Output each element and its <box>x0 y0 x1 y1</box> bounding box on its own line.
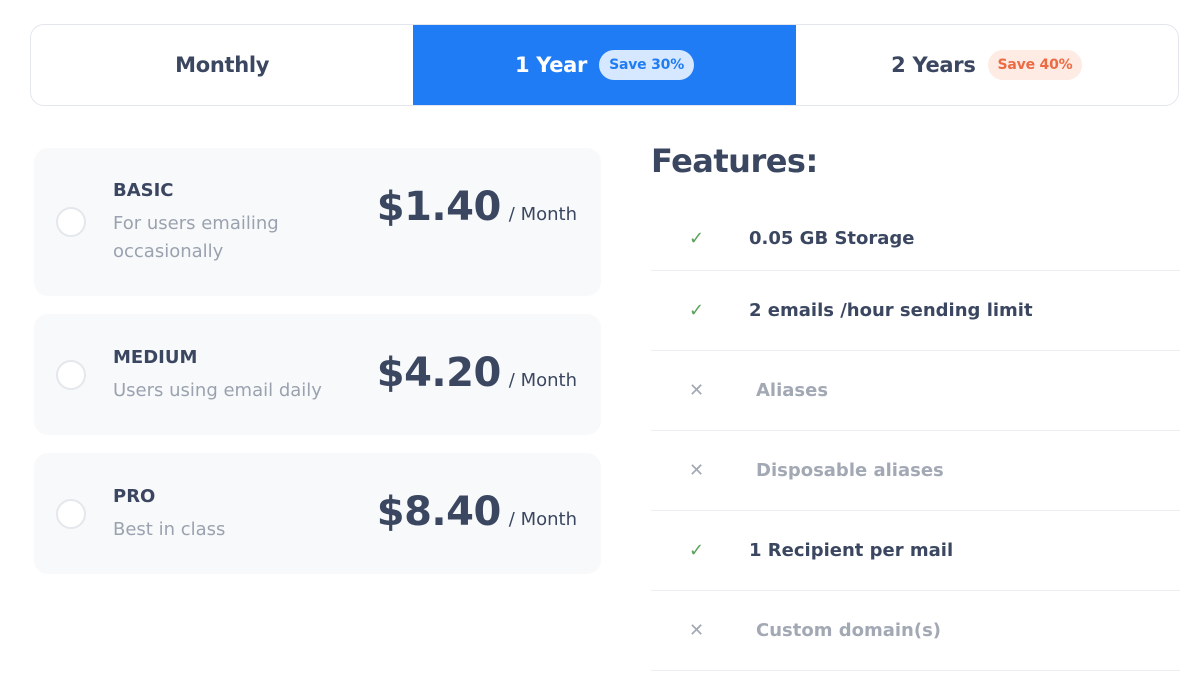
x-icon: ✕ <box>689 620 705 641</box>
plan-medium-text: MEDIUM Users using email daily <box>113 347 353 405</box>
x-icon: ✕ <box>689 380 705 401</box>
plan-medium-description: Users using email daily <box>113 380 322 401</box>
feature-label: Disposable aliases <box>756 460 944 481</box>
pricing-page: Monthly 1 Year Save 30% 2 Years Save 40%… <box>0 0 1200 677</box>
plan-pro-price-amount: $8.40 <box>376 489 502 535</box>
plan-card-pro[interactable]: PRO Best in class $8.40 / Month <box>34 453 601 574</box>
check-icon: ✓ <box>689 540 705 561</box>
feature-item: ✓ 2 emails /hour sending limit <box>651 271 1180 351</box>
plan-basic-price: $1.40 / Month <box>377 184 577 230</box>
plan-medium-price-amount: $4.20 <box>376 350 502 396</box>
plan-basic-text: BASIC For users emailing occasionally <box>113 180 313 266</box>
save-30-badge: Save 30% <box>599 50 695 80</box>
plan-list: BASIC For users emailing occasionally $1… <box>34 148 601 592</box>
check-icon: ✓ <box>689 300 705 321</box>
feature-list: ✓ 0.05 GB Storage ✓ 2 emails /hour sendi… <box>651 206 1180 671</box>
plan-pro-price: $8.40 / Month <box>377 489 577 535</box>
plan-basic-name: BASIC <box>113 180 174 201</box>
plan-medium-price-period: / Month <box>508 370 577 391</box>
feature-label: 1 Recipient per mail <box>749 540 954 561</box>
plan-pro-description: Best in class <box>113 519 226 540</box>
plan-basic-price-period: / Month <box>508 204 577 225</box>
plan-pro-price-period: / Month <box>508 509 577 530</box>
billing-period-tabs: Monthly 1 Year Save 30% 2 Years Save 40% <box>30 24 1179 106</box>
plan-card-basic[interactable]: BASIC For users emailing occasionally $1… <box>34 148 601 296</box>
tab-1-year[interactable]: 1 Year Save 30% <box>413 25 796 105</box>
features-title: Features: <box>651 142 818 180</box>
tab-monthly-label: Monthly <box>175 53 270 77</box>
feature-label: Aliases <box>756 380 829 401</box>
tab-1-year-label: 1 Year <box>514 53 588 77</box>
tab-2-years-label: 2 Years <box>891 53 976 77</box>
feature-item: ✕ Custom domain(s) <box>651 591 1180 671</box>
plan-card-medium[interactable]: MEDIUM Users using email daily $4.20 / M… <box>34 314 601 435</box>
feature-item: ✓ 1 Recipient per mail <box>651 511 1180 591</box>
plan-pro-radio[interactable] <box>56 499 86 529</box>
feature-label: Custom domain(s) <box>756 620 942 641</box>
tab-monthly[interactable]: Monthly <box>31 25 413 105</box>
plan-medium-name: MEDIUM <box>113 347 198 368</box>
plan-medium-price: $4.20 / Month <box>377 350 577 396</box>
plan-medium-radio[interactable] <box>56 360 86 390</box>
plan-basic-price-amount: $1.40 <box>376 184 502 230</box>
feature-label: 2 emails /hour sending limit <box>749 300 1033 321</box>
plan-pro-name: PRO <box>113 486 156 507</box>
feature-item: ✕ Disposable aliases <box>651 431 1180 511</box>
feature-item: ✕ Aliases <box>651 351 1180 431</box>
check-icon: ✓ <box>689 227 705 249</box>
plan-pro-text: PRO Best in class <box>113 486 353 544</box>
features-panel: Features: ✓ 0.05 GB Storage ✓ 2 emails /… <box>651 142 1180 671</box>
save-40-badge: Save 40% <box>987 50 1083 80</box>
plan-basic-radio[interactable] <box>56 207 86 237</box>
feature-label: 0.05 GB Storage <box>749 227 915 249</box>
plan-basic-description: For users emailing occasionally <box>113 213 279 262</box>
feature-item: ✓ 0.05 GB Storage <box>651 206 1180 271</box>
x-icon: ✕ <box>689 460 705 481</box>
tab-2-years[interactable]: 2 Years Save 40% <box>796 25 1178 105</box>
